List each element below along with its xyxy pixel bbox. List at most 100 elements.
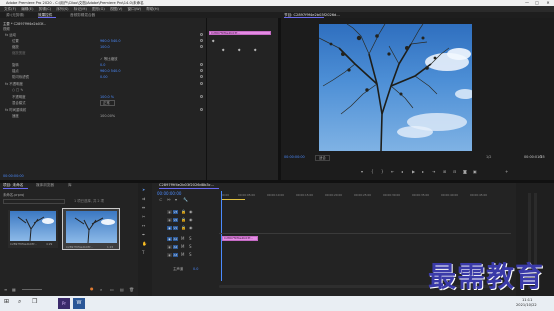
eye-icon[interactable]: ◉ bbox=[189, 210, 193, 214]
mark-in-icon[interactable]: { bbox=[371, 170, 374, 174]
add-marker-icon[interactable]: ▾ bbox=[175, 198, 177, 202]
task-view-icon[interactable]: ❐ bbox=[32, 299, 37, 305]
lock-icon[interactable]: 🔒 bbox=[181, 226, 186, 230]
track-target[interactable]: V2 bbox=[173, 218, 178, 222]
premiere-taskbar-icon[interactable]: Pr bbox=[58, 298, 70, 309]
search-icon[interactable]: ⌕ bbox=[100, 288, 102, 292]
resolution-select[interactable]: 1/2 bbox=[486, 155, 491, 159]
menu-window[interactable]: 窗口(W) bbox=[128, 7, 142, 11]
row-opacity[interactable]: fx 不透明度 bbox=[5, 82, 23, 86]
track-target[interactable]: A2 bbox=[173, 245, 178, 249]
menu-edit[interactable]: 编辑(E) bbox=[21, 7, 33, 11]
mark-out-icon[interactable]: } bbox=[381, 170, 384, 174]
new-item-icon[interactable]: ▤ bbox=[120, 288, 124, 292]
icon-view-icon[interactable]: ▦ bbox=[12, 288, 16, 292]
reset-icon[interactable] bbox=[200, 82, 203, 85]
mute-icon[interactable]: M bbox=[181, 253, 184, 257]
reset-icon[interactable] bbox=[200, 33, 203, 36]
time-ruler[interactable]: 00:00 00:00:05:00 00:00:10:00 00:00:15:0… bbox=[221, 193, 511, 201]
menu-marker[interactable]: 标记(M) bbox=[74, 7, 87, 11]
timeline-clip[interactable]: C2897f9f4e2b03f... bbox=[222, 236, 258, 241]
step-forward-icon[interactable]: ▸ bbox=[422, 170, 424, 174]
reset-icon[interactable] bbox=[200, 95, 203, 98]
linked-selection-icon[interactable]: ⚯ bbox=[167, 198, 170, 202]
reset-icon[interactable] bbox=[200, 75, 203, 78]
menu-clip[interactable]: 剪辑(C) bbox=[39, 7, 52, 11]
program-timecode[interactable]: 00:00:00:00 bbox=[284, 155, 305, 159]
solo-icon[interactable]: S bbox=[189, 245, 192, 249]
hand-tool-icon[interactable]: ✋ bbox=[142, 242, 147, 246]
insert-icon[interactable]: ⊞ bbox=[443, 170, 446, 174]
menu-sequence[interactable]: 序列(S) bbox=[56, 7, 68, 11]
track-toggle[interactable]: ◉ bbox=[167, 226, 172, 230]
effect-clip-bar[interactable]: C2897f9f4e2b03f... bbox=[209, 31, 271, 35]
lock-icon[interactable]: 🔒 bbox=[181, 218, 186, 222]
tab-media-browser[interactable]: 媒体浏览器 bbox=[36, 183, 54, 188]
track-toggle[interactable]: ◉ bbox=[167, 245, 172, 249]
position-value[interactable]: 960.0 540.0 bbox=[100, 39, 121, 43]
add-marker-icon[interactable]: ▾ bbox=[361, 170, 363, 174]
blend-mode-select[interactable]: 正常 bbox=[100, 100, 115, 106]
master-volume[interactable]: 0.0 bbox=[193, 267, 198, 271]
type-tool-icon[interactable]: T bbox=[142, 251, 144, 255]
keyframe-marker[interactable] bbox=[211, 39, 215, 43]
project-search-input[interactable] bbox=[3, 199, 65, 204]
mute-icon[interactable]: M bbox=[181, 237, 184, 241]
new-bin-icon[interactable]: ▭ bbox=[110, 288, 114, 292]
reset-icon[interactable] bbox=[200, 69, 203, 72]
settings-icon[interactable]: ⚙ bbox=[539, 155, 543, 159]
fit-select[interactable]: 适合 bbox=[315, 155, 330, 161]
mask-tools[interactable]: ○ □ ✎ bbox=[12, 88, 23, 92]
go-to-in-icon[interactable]: ⇤ bbox=[391, 170, 394, 174]
track-target[interactable]: A3 bbox=[173, 253, 178, 257]
lock-icon[interactable]: 🔒 bbox=[181, 210, 186, 214]
step-back-icon[interactable]: ◂ bbox=[401, 170, 403, 174]
track-toggle[interactable]: ◉ bbox=[167, 210, 172, 214]
tab-libraries[interactable]: 库 bbox=[68, 183, 72, 188]
reset-icon[interactable] bbox=[200, 45, 203, 48]
work-area-bar[interactable] bbox=[221, 199, 245, 200]
track-toggle[interactable]: ◉ bbox=[167, 218, 172, 222]
pen-tool-icon[interactable]: ✒ bbox=[142, 233, 145, 237]
add-button-icon[interactable]: + bbox=[505, 170, 508, 174]
track-target[interactable]: V3 bbox=[173, 210, 178, 214]
scale-value[interactable]: 100.0 bbox=[100, 45, 110, 49]
rotation-value[interactable]: 0.0 bbox=[100, 63, 105, 67]
menu-file[interactable]: 文件(F) bbox=[4, 7, 16, 11]
keyframe-marker[interactable] bbox=[221, 48, 225, 52]
mute-icon[interactable]: M bbox=[181, 245, 184, 249]
search-icon[interactable]: ⌕ bbox=[18, 299, 21, 305]
comparison-view-icon[interactable]: ▣ bbox=[473, 170, 477, 174]
selection-tool-icon[interactable]: ➤ bbox=[142, 188, 145, 192]
export-frame-icon[interactable]: ◙ bbox=[463, 170, 467, 174]
overwrite-icon[interactable]: ⊟ bbox=[453, 170, 456, 174]
track-toggle[interactable]: ◉ bbox=[167, 237, 172, 241]
solo-icon[interactable]: S bbox=[189, 253, 192, 257]
track-target[interactable]: V1 bbox=[173, 226, 178, 230]
automate-icon[interactable]: ● bbox=[90, 287, 94, 291]
play-icon[interactable]: ▶ bbox=[412, 170, 415, 174]
razor-tool-icon[interactable]: ✂ bbox=[142, 215, 145, 219]
opacity-value[interactable]: 100.0 % bbox=[100, 95, 114, 99]
timeline-settings-icon[interactable]: 🔧 bbox=[183, 198, 188, 202]
zoom-slider[interactable] bbox=[22, 289, 42, 290]
reset-icon[interactable] bbox=[200, 39, 203, 42]
uniform-scale-checkbox[interactable]: ✓ 等比缩放 bbox=[100, 57, 117, 61]
ripple-edit-tool-icon[interactable]: ⇹ bbox=[142, 206, 145, 210]
row-motion[interactable]: fx 运动 bbox=[5, 33, 16, 37]
solo-icon[interactable]: S bbox=[189, 237, 192, 241]
anchor-value[interactable]: 960.0 540.0 bbox=[100, 69, 121, 73]
keyframe-marker[interactable] bbox=[253, 48, 257, 52]
reset-icon[interactable] bbox=[200, 108, 203, 111]
list-view-icon[interactable]: ≡ bbox=[4, 288, 7, 292]
track-target[interactable]: A1 bbox=[173, 237, 178, 241]
menu-help[interactable]: 帮助(H) bbox=[146, 7, 159, 11]
menu-graphics[interactable]: 图形(G) bbox=[92, 7, 105, 11]
anti-flicker-value[interactable]: 0.00 bbox=[100, 75, 108, 79]
eye-icon[interactable]: ◉ bbox=[189, 226, 193, 230]
row-time-remap[interactable]: fx 时间重映射 bbox=[5, 108, 26, 112]
reset-icon[interactable] bbox=[200, 63, 203, 66]
keyframe-marker[interactable] bbox=[237, 48, 241, 52]
track-toggle[interactable]: ◉ bbox=[167, 253, 172, 257]
snap-icon[interactable]: ⊂ bbox=[159, 198, 162, 202]
